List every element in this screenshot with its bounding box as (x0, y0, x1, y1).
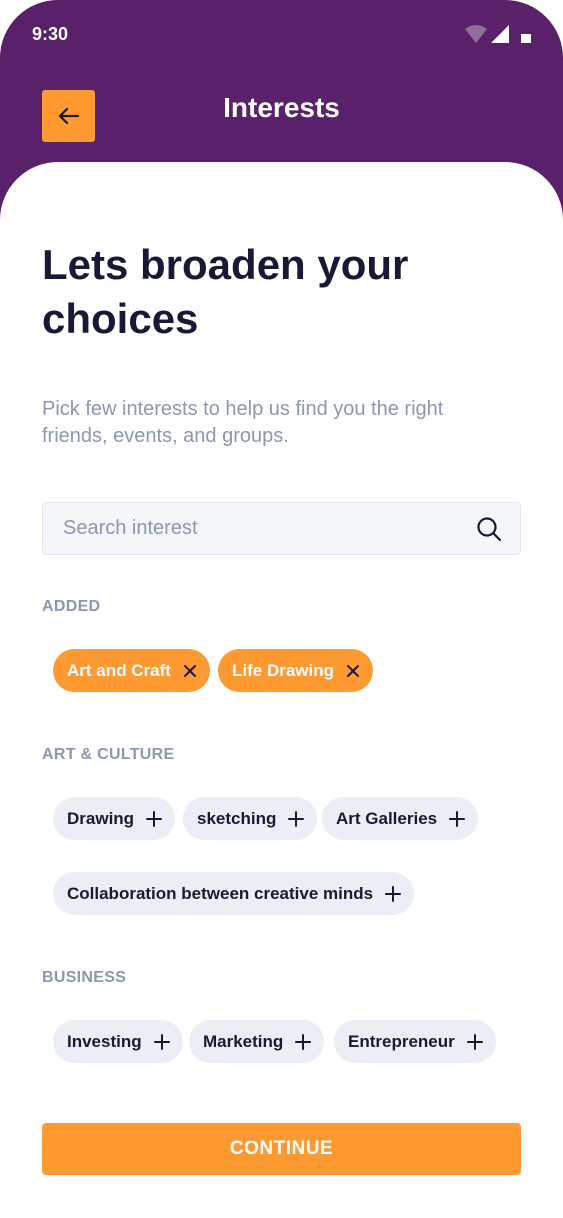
chip-label: Investing (67, 1031, 142, 1051)
section-label-added: ADDED (42, 598, 101, 615)
chip-label: Art Galleries (336, 808, 438, 828)
chip-label: Art and Craft (67, 660, 171, 680)
added-chip-art-and-craft[interactable]: Art and Craft (53, 649, 210, 692)
plus-icon[interactable] (295, 1033, 312, 1050)
chip-label: Entrepreneur (348, 1031, 455, 1051)
option-chip-entrepreneur[interactable]: Entrepreneur (334, 1020, 496, 1063)
option-chip-sketching[interactable]: sketching (183, 797, 318, 840)
option-chip-art-galleries[interactable]: Art Galleries (322, 797, 479, 840)
chip-label: Drawing (67, 808, 135, 828)
plus-icon[interactable] (449, 810, 466, 827)
plus-icon[interactable] (466, 1033, 483, 1050)
page-title: Interests (223, 92, 340, 123)
signal-icon (491, 25, 509, 43)
option-chip-drawing[interactable]: Drawing (53, 797, 176, 840)
app-screen: 9:30 Interests Lets broaden your choices… (0, 0, 563, 1218)
search-icon[interactable] (476, 516, 502, 542)
search-input[interactable] (63, 503, 463, 554)
option-chip-collaboration[interactable]: Collaboration between creative minds (53, 872, 415, 915)
continue-button[interactable]: CONTINUE (42, 1123, 521, 1175)
chip-label: Life Drawing (232, 660, 335, 680)
wifi-icon (465, 25, 487, 43)
added-chip-life-drawing[interactable]: Life Drawing (218, 649, 374, 692)
plus-icon[interactable] (385, 885, 402, 902)
status-icons (465, 24, 531, 44)
status-time: 9:30 (32, 24, 69, 44)
section-label-art-culture: ART & CULTURE (42, 746, 175, 763)
plus-icon[interactable] (146, 810, 163, 827)
chip-label: sketching (197, 808, 277, 828)
subtext: Pick few interests to help us find you t… (42, 398, 444, 447)
chip-label: Collaboration between creative minds (67, 883, 374, 903)
chip-label: Marketing (203, 1031, 284, 1051)
battery-icon (521, 34, 531, 43)
option-chip-marketing[interactable]: Marketing (189, 1020, 325, 1063)
close-icon[interactable] (183, 664, 197, 678)
option-chip-investing[interactable]: Investing (53, 1020, 183, 1063)
section-label-business: BUSINESS (42, 969, 127, 986)
close-icon[interactable] (346, 664, 360, 678)
plus-icon[interactable] (153, 1033, 170, 1050)
headline: Lets broaden your choices (42, 241, 409, 342)
search-bar (42, 502, 521, 555)
plus-icon[interactable] (288, 810, 305, 827)
